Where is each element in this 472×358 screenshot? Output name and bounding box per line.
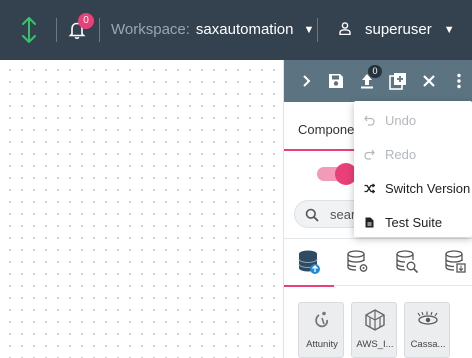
app-logo-icon[interactable] — [20, 17, 38, 43]
tab-components[interactable]: Componen — [298, 122, 362, 137]
more-vertical-icon[interactable] — [449, 71, 469, 91]
workspace-label: Workspace: — [111, 21, 190, 38]
menu-item-test-suite[interactable]: Test Suite — [354, 205, 472, 239]
user-icon — [339, 22, 351, 35]
data-processor-icon[interactable] — [346, 249, 370, 275]
active-category-indicator — [284, 285, 334, 287]
chevron-down-icon: ▼ — [443, 24, 455, 36]
expand-chevron-right-icon[interactable] — [296, 71, 316, 91]
active-tab-indicator — [284, 149, 364, 151]
undo-icon — [364, 115, 375, 126]
component-label: Cassa... — [410, 339, 446, 350]
top-navigation-bar: 0 Workspace: saxautomation ▼ superuser ▼ — [0, 0, 472, 60]
component-category-tabs — [284, 238, 472, 286]
component-label: AWS_I... — [356, 339, 394, 350]
menu-item-label: Test Suite — [385, 215, 443, 230]
chevron-down-icon: ▼ — [303, 24, 315, 36]
save-icon[interactable] — [326, 71, 346, 91]
menu-item-redo[interactable]: Redo — [354, 137, 472, 171]
cassandra-icon — [417, 311, 438, 325]
pipeline-canvas[interactable] — [0, 60, 283, 358]
document-icon — [365, 217, 374, 228]
notification-count-badge: 0 — [78, 13, 94, 29]
redo-icon — [364, 149, 375, 160]
menu-item-label: Undo — [385, 113, 417, 128]
component-tile-attunity[interactable]: Attunity — [298, 302, 344, 358]
attunity-icon — [315, 311, 329, 328]
component-tile-cassandra[interactable]: Cassa... — [404, 302, 450, 358]
menu-item-label: Redo — [385, 147, 417, 162]
divider — [56, 18, 57, 42]
user-menu[interactable]: superuser ▼ — [339, 21, 455, 38]
search-icon — [305, 208, 319, 222]
data-source-icon[interactable] — [297, 249, 321, 275]
menu-item-switch-version[interactable]: Switch Version — [354, 171, 472, 205]
component-label: Attunity — [306, 339, 338, 350]
divider — [99, 18, 100, 42]
menu-item-undo[interactable]: Undo — [354, 103, 472, 137]
data-analytics-icon[interactable] — [395, 249, 419, 275]
aws-icon — [365, 309, 385, 331]
panel-toolbar: 0 — [284, 60, 472, 102]
workspace-selector[interactable]: Workspace: saxautomation ▼ — [111, 21, 314, 38]
workspace-name: saxautomation — [195, 21, 294, 38]
username: superuser — [365, 21, 432, 38]
more-options-menu: Undo Redo Switch Version Test Suite — [354, 101, 472, 237]
component-tile-aws[interactable]: AWS_I... — [351, 302, 397, 358]
close-icon[interactable] — [419, 71, 439, 91]
mode-toggle[interactable] — [317, 163, 357, 185]
upload-count-badge: 0 — [368, 65, 382, 78]
menu-item-label: Switch Version — [385, 181, 471, 196]
add-component-icon[interactable] — [388, 71, 408, 91]
divider — [317, 18, 318, 42]
shuffle-icon — [364, 183, 375, 194]
data-sink-icon[interactable] — [444, 249, 468, 275]
